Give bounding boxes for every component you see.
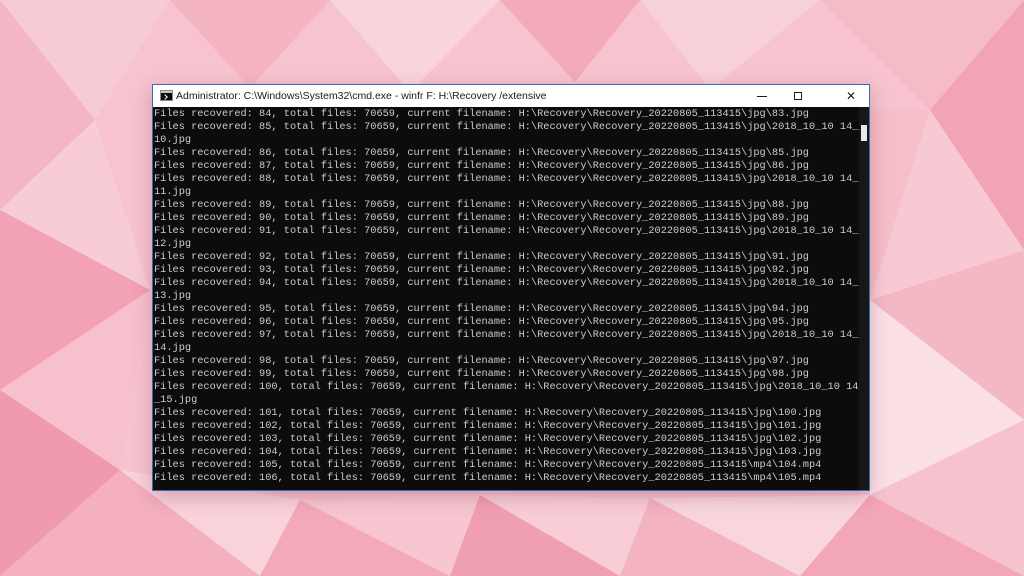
console-line: Files recovered: 101, total files: 70659… (154, 407, 822, 419)
console-line: Files recovered: 89, total files: 70659,… (154, 199, 809, 211)
console-line: Files recovered: 84, total files: 70659,… (154, 108, 809, 120)
close-button[interactable]: ✕ (833, 85, 869, 107)
console-line: Files recovered: 102, total files: 70659… (154, 420, 822, 432)
console-line: 13.jpg (154, 290, 192, 302)
console-line: Files recovered: 87, total files: 70659,… (154, 160, 809, 172)
minimize-button[interactable] (744, 85, 780, 107)
console-line: Files recovered: 88, total files: 70659,… (154, 173, 859, 185)
maximize-button[interactable] (780, 85, 816, 107)
console-line: Files recovered: 93, total files: 70659,… (154, 264, 809, 276)
console-line: Files recovered: 103, total files: 70659… (154, 433, 822, 445)
console-line: Files recovered: 99, total files: 70659,… (154, 368, 809, 380)
command-prompt-window[interactable]: Administrator: C:\Windows\System32\cmd.e… (152, 84, 870, 491)
console-line: Files recovered: 106, total files: 70659… (154, 472, 822, 484)
console-line: 10.jpg (154, 134, 192, 146)
console-line: Files recovered: 104, total files: 70659… (154, 446, 822, 458)
console-line: Files recovered: 86, total files: 70659,… (154, 147, 809, 159)
console-line: Files recovered: 91, total files: 70659,… (154, 225, 859, 237)
console-line: 12.jpg (154, 238, 192, 250)
cmd-app-icon (160, 90, 173, 101)
console-line: Files recovered: 85, total files: 70659,… (154, 121, 859, 133)
vertical-scrollbar[interactable] (859, 107, 869, 490)
console-line: Files recovered: 94, total files: 70659,… (154, 277, 859, 289)
console-line: Files recovered: 100, total files: 70659… (154, 381, 859, 393)
minimize-icon (757, 95, 767, 97)
console-line: Files recovered: 97, total files: 70659,… (154, 329, 859, 341)
maximize-icon (794, 92, 802, 100)
window-title: Administrator: C:\Windows\System32\cmd.e… (176, 90, 547, 102)
console-line: Files recovered: 96, total files: 70659,… (154, 316, 809, 328)
console-line: Files recovered: 92, total files: 70659,… (154, 251, 809, 263)
console-line: Files recovered: 90, total files: 70659,… (154, 212, 809, 224)
console-line: 11.jpg (154, 186, 192, 198)
console-line: _15.jpg (154, 394, 198, 406)
console-output[interactable]: Files recovered: 84, total files: 70659,… (153, 107, 859, 490)
console-line: Files recovered: 98, total files: 70659,… (154, 355, 809, 367)
console-line: Files recovered: 95, total files: 70659,… (154, 303, 809, 315)
title-bar[interactable]: Administrator: C:\Windows\System32\cmd.e… (153, 85, 869, 107)
close-icon: ✕ (845, 89, 857, 103)
console-line: 14.jpg (154, 342, 192, 354)
console-line: Files recovered: 105, total files: 70659… (154, 459, 822, 471)
scrollbar-thumb[interactable] (861, 125, 867, 141)
